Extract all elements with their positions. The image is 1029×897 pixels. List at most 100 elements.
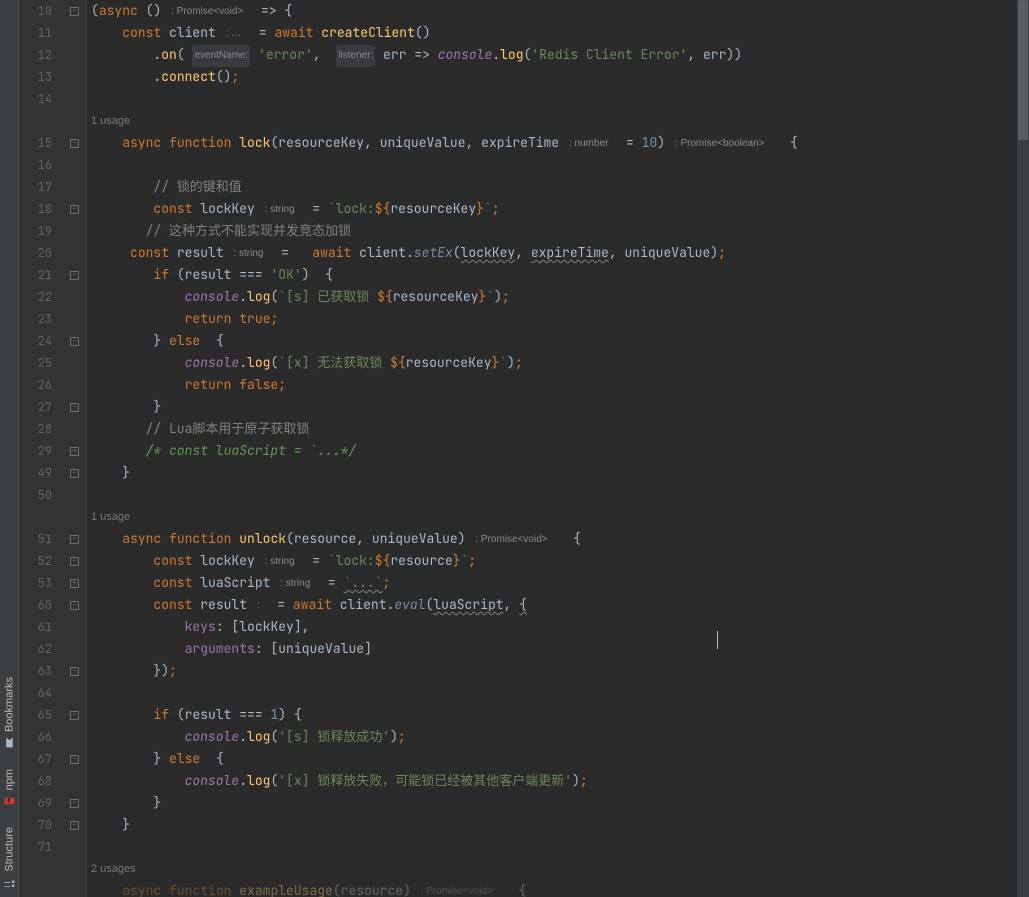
line-number[interactable]: 51 bbox=[19, 528, 52, 550]
fold-collapse-icon[interactable] bbox=[70, 557, 79, 566]
usage-hint[interactable]: 1 usage bbox=[87, 110, 1017, 132]
code-line[interactable]: console.log('[x] 锁释放失败，可能锁已经被其他客户端更新'); bbox=[87, 770, 1017, 792]
line-number[interactable] bbox=[19, 880, 52, 897]
fold-collapse-icon[interactable] bbox=[70, 469, 79, 478]
code-line[interactable]: .on( eventName: 'error', listener: err =… bbox=[87, 44, 1017, 66]
code-line[interactable]: // 这种方式不能实现并发竞态加锁 bbox=[87, 220, 1017, 242]
code-line[interactable]: // Lua脚本用于原子获取锁 bbox=[87, 418, 1017, 440]
scrollbar-thumb[interactable] bbox=[1018, 0, 1028, 140]
line-number[interactable]: 69 bbox=[19, 792, 52, 814]
code-line[interactable]: async function lock(resourceKey, uniqueV… bbox=[87, 132, 1017, 154]
line-number[interactable]: 27 bbox=[19, 396, 52, 418]
fold-collapse-icon[interactable] bbox=[70, 403, 79, 412]
code-line[interactable]: const lockKey : string = `lock:${resourc… bbox=[87, 198, 1017, 220]
line-number[interactable]: 11 bbox=[19, 22, 52, 44]
vertical-scrollbar[interactable] bbox=[1017, 0, 1029, 897]
code-line[interactable]: } bbox=[87, 462, 1017, 484]
code-line[interactable]: }); bbox=[87, 660, 1017, 682]
usage-hint[interactable]: 1 usage bbox=[87, 506, 1017, 528]
line-number[interactable]: 62 bbox=[19, 638, 52, 660]
fold-collapse-icon[interactable] bbox=[70, 7, 79, 16]
line-number[interactable]: 61 bbox=[19, 616, 52, 638]
line-number[interactable] bbox=[19, 858, 52, 880]
line-number[interactable]: 14 bbox=[19, 88, 52, 110]
tool-tab-npm[interactable]: npm bbox=[3, 769, 16, 807]
code-line[interactable]: if (result === 'OK') { bbox=[87, 264, 1017, 286]
code-line[interactable]: if (result === 1) { bbox=[87, 704, 1017, 726]
fold-collapse-icon[interactable] bbox=[70, 535, 79, 544]
fold-expand-icon[interactable] bbox=[70, 447, 79, 456]
line-number[interactable]: 15 bbox=[19, 132, 52, 154]
code-line[interactable]: console.log('[s] 锁释放成功'); bbox=[87, 726, 1017, 748]
tool-tab-structure[interactable]: Structure bbox=[3, 827, 16, 889]
code-line[interactable]: console.log(`[s] 已获取锁 ${resourceKey}`); bbox=[87, 286, 1017, 308]
code-line[interactable]: } bbox=[87, 814, 1017, 836]
line-number[interactable]: 22 bbox=[19, 286, 52, 308]
line-number[interactable]: 50 bbox=[19, 484, 52, 506]
fold-collapse-icon[interactable] bbox=[70, 139, 79, 148]
line-number[interactable]: 20 bbox=[19, 242, 52, 264]
code-line[interactable]: return false; bbox=[87, 374, 1017, 396]
line-number[interactable]: 53 bbox=[19, 572, 52, 594]
line-number[interactable]: 29 bbox=[19, 440, 52, 462]
line-number[interactable]: 23 bbox=[19, 308, 52, 330]
line-number[interactable]: 70 bbox=[19, 814, 52, 836]
line-number[interactable]: 52 bbox=[19, 550, 52, 572]
code-line[interactable]: .connect(); bbox=[87, 66, 1017, 88]
code-line[interactable] bbox=[87, 836, 1017, 858]
code-line[interactable]: arguments: [uniqueValue] bbox=[87, 638, 1017, 660]
code-line[interactable] bbox=[87, 682, 1017, 704]
tool-tab-bookmarks[interactable]: Bookmarks bbox=[3, 677, 16, 749]
fold-collapse-icon[interactable] bbox=[70, 799, 79, 808]
code-line[interactable]: /* const luaScript = `...*/ bbox=[87, 440, 1017, 462]
line-number[interactable]: 21 bbox=[19, 264, 52, 286]
code-line[interactable]: const result : = await client.eval(luaSc… bbox=[87, 594, 1017, 616]
code-line[interactable]: async function unlock(resource, uniqueVa… bbox=[87, 528, 1017, 550]
line-number[interactable]: 63 bbox=[19, 660, 52, 682]
line-number[interactable]: 60 bbox=[19, 594, 52, 616]
line-number[interactable]: 26 bbox=[19, 374, 52, 396]
code-line[interactable]: async function exampleUsage(resource) : … bbox=[87, 880, 1017, 897]
code-line[interactable]: } else { bbox=[87, 330, 1017, 352]
line-number[interactable]: 18 bbox=[19, 198, 52, 220]
line-number[interactable]: 71 bbox=[19, 836, 52, 858]
code-line[interactable]: // 锁的键和值 bbox=[87, 176, 1017, 198]
line-number[interactable]: 10 bbox=[19, 0, 52, 22]
fold-collapse-icon[interactable] bbox=[70, 821, 79, 830]
fold-collapse-icon[interactable] bbox=[70, 271, 79, 280]
line-number[interactable]: 68 bbox=[19, 770, 52, 792]
code-area[interactable]: (async () : Promise<void> => { const cli… bbox=[87, 0, 1017, 897]
line-number[interactable] bbox=[19, 506, 52, 528]
line-number[interactable]: 65 bbox=[19, 704, 52, 726]
line-number[interactable]: 28 bbox=[19, 418, 52, 440]
code-line[interactable] bbox=[87, 88, 1017, 110]
code-line[interactable]: } bbox=[87, 396, 1017, 418]
code-line[interactable]: keys: [lockKey], bbox=[87, 616, 1017, 638]
code-line[interactable]: const lockKey : string = `lock:${resourc… bbox=[87, 550, 1017, 572]
line-number[interactable]: 66 bbox=[19, 726, 52, 748]
code-line[interactable] bbox=[87, 484, 1017, 506]
fold-collapse-icon[interactable] bbox=[70, 601, 79, 610]
code-line[interactable]: } bbox=[87, 792, 1017, 814]
code-line[interactable]: } else { bbox=[87, 748, 1017, 770]
line-number[interactable] bbox=[19, 110, 52, 132]
fold-collapse-icon[interactable] bbox=[70, 667, 79, 676]
line-number[interactable]: 25 bbox=[19, 352, 52, 374]
line-number[interactable]: 67 bbox=[19, 748, 52, 770]
code-line[interactable]: return true; bbox=[87, 308, 1017, 330]
code-line[interactable]: console.log(`[x] 无法获取锁 ${resourceKey}`); bbox=[87, 352, 1017, 374]
line-number[interactable]: 64 bbox=[19, 682, 52, 704]
line-number[interactable]: 19 bbox=[19, 220, 52, 242]
line-number[interactable]: 17 bbox=[19, 176, 52, 198]
code-line[interactable] bbox=[87, 154, 1017, 176]
line-number[interactable]: 12 bbox=[19, 44, 52, 66]
code-line[interactable]: (async () : Promise<void> => { bbox=[87, 0, 1017, 22]
line-number[interactable]: 49 bbox=[19, 462, 52, 484]
fold-collapse-icon[interactable] bbox=[70, 755, 79, 764]
fold-collapse-icon[interactable] bbox=[70, 711, 79, 720]
code-line[interactable]: const result : string = await client.set… bbox=[87, 242, 1017, 264]
line-number[interactable]: 13 bbox=[19, 66, 52, 88]
fold-collapse-icon[interactable] bbox=[70, 337, 79, 346]
usage-hint[interactable]: 2 usages bbox=[87, 858, 1017, 880]
fold-expand-icon[interactable] bbox=[70, 579, 79, 588]
